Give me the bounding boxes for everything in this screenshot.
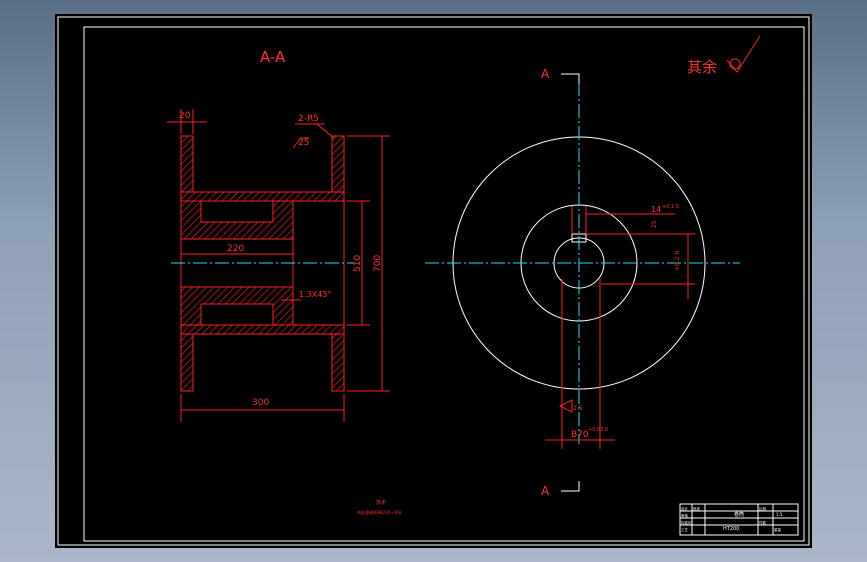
dim-bore-tol: +0.03 0 xyxy=(588,427,608,433)
bore-roughness: 2.5 xyxy=(573,405,583,412)
dim-outer-diameter: 700 xyxy=(373,255,383,272)
hub-top xyxy=(180,200,294,240)
dim-flange-thickness: 20 xyxy=(179,111,191,121)
shell-top xyxy=(180,191,345,202)
shell-bottom xyxy=(180,324,345,335)
dim-bore-diameter: B70 xyxy=(571,430,589,440)
right-flange-bottom xyxy=(331,333,345,392)
left-flange-top xyxy=(180,135,194,193)
section-view: A-A 20 2-R5 25 220 1.3X43° 510 700 300 xyxy=(167,48,390,422)
dim-bore-length: 220 xyxy=(227,244,244,254)
inner-border xyxy=(83,26,805,542)
outer-border xyxy=(57,16,810,546)
dim-overall-width: 300 xyxy=(252,398,269,408)
title-row-3: 工艺 xyxy=(681,527,689,532)
end-view: A A 14 +0.1 0 25 +0.2 0 B70 +0.03 0 2.5 … xyxy=(425,35,761,498)
left-flange-bottom xyxy=(180,333,194,392)
dim-chamfer: 1.3X43° xyxy=(299,290,331,299)
title-scale: 1:5 xyxy=(776,512,783,517)
dim-inner-diameter: 510 xyxy=(353,255,363,272)
title-col-1: 件数 xyxy=(759,520,767,525)
dim-keyway-width-tol: +0.1 0 xyxy=(662,204,679,210)
title-row-0: 设计 xyxy=(681,506,689,511)
drawing-sheet: A-A 20 2-R5 25 220 1.3X43° 510 700 300 A… xyxy=(55,14,812,548)
section-arrow-label-top: A xyxy=(541,67,550,81)
title-name: 卷筒 xyxy=(734,511,744,518)
title-material: HT200 xyxy=(723,526,739,532)
roughness-symbol xyxy=(726,35,761,73)
notes-heading: 技术 xyxy=(376,499,386,506)
title-col-2: 重量 xyxy=(774,527,782,532)
section-title: A-A xyxy=(260,48,286,66)
right-flange-top xyxy=(331,135,345,193)
keyway-roughness: 25 xyxy=(651,220,658,228)
title-row-1: 审核 xyxy=(681,513,689,518)
dim-keyway-width: 14 xyxy=(651,205,661,214)
title-row-2: 标准化 xyxy=(681,520,692,525)
section-arrow-label-bottom: A xyxy=(541,484,550,498)
technical-notes: 技术 热处理调质HB230~260 xyxy=(357,499,402,515)
title-row-4: 批准 xyxy=(693,506,701,511)
hub-bottom xyxy=(180,286,294,326)
roughness-label: 其余 xyxy=(687,58,717,76)
dim-fillet: 2-R5 xyxy=(298,114,319,124)
engineering-drawing: A-A 20 2-R5 25 220 1.3X43° 510 700 300 A… xyxy=(57,16,810,546)
title-block: 卷筒 HT200 1:5 设计 审核 标准化 工艺 批准 比例 件数 重量 xyxy=(679,503,799,536)
title-col-0: 比例 xyxy=(759,506,767,511)
dim-keyway-depth-tol: +0.2 0 xyxy=(674,251,681,271)
notes-line1: 热处理调质HB230~260 xyxy=(357,509,402,515)
